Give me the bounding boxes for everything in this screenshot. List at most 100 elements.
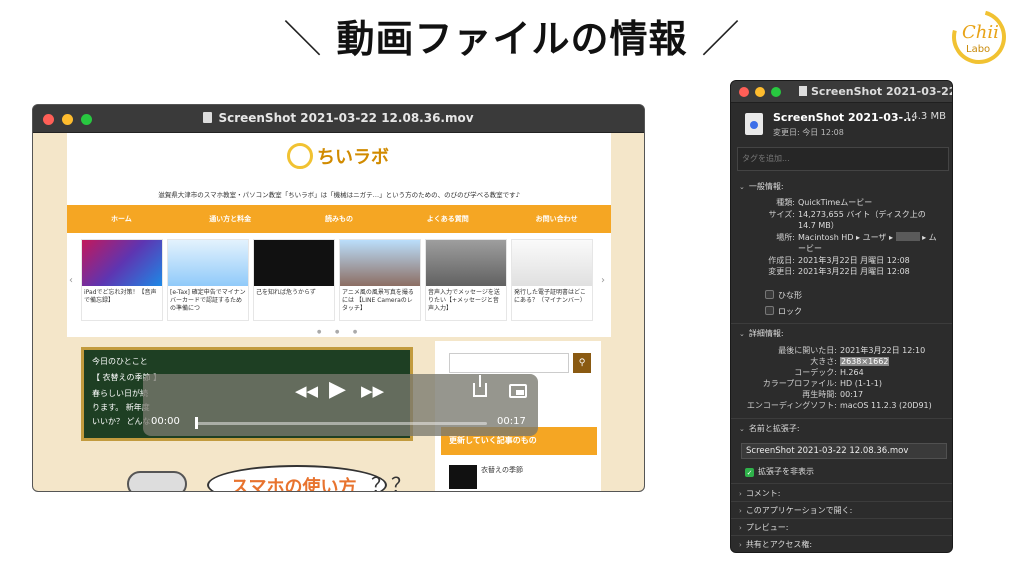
- label-where: 場所:: [776, 233, 795, 242]
- info-file-size: 14.3 MB: [905, 111, 946, 122]
- quicktime-file-icon: [745, 113, 763, 135]
- label-dimensions: 大きさ:: [810, 357, 837, 366]
- info-minimize-button[interactable]: [755, 87, 765, 97]
- logo-chii-text: Chii: [962, 22, 999, 43]
- article-card-title: [e-Tax] 確定申告でマイナンバーカードで認証するための準備につ: [170, 289, 246, 312]
- value-where: Macintosh HD ▸ ユーザ ▸: [798, 233, 893, 242]
- section-general-header[interactable]: ⌄ 一般情報:: [739, 181, 784, 192]
- row-created: 作成日: 2021年3月22日 月曜日 12:08: [739, 255, 910, 266]
- hide-extension-checkbox[interactable]: ✓ 拡張子を非表示: [745, 466, 814, 477]
- play-icon[interactable]: ▶: [329, 377, 346, 402]
- popular-item: 衣替えの季節: [449, 465, 523, 489]
- section-more-label: 詳細情報:: [748, 329, 784, 338]
- picture-in-picture-icon[interactable]: [509, 384, 527, 398]
- popular-item-title: 衣替えの季節: [481, 466, 523, 474]
- section-preview-header[interactable]: › プレビュー:: [739, 522, 789, 533]
- scrubber-knob[interactable]: [195, 417, 198, 429]
- info-zoom-button[interactable]: [771, 87, 781, 97]
- chii-labo-logo: Chii Labo: [942, 0, 1016, 74]
- get-info-window: ScreenShot 2021-03-22... ScreenShot 2021…: [730, 80, 953, 553]
- article-card-title: iPadでど忘れ対策！【音声で備忘録】: [84, 289, 157, 304]
- value-size: 14,273,655 バイト（ディスク上の: [798, 210, 926, 219]
- article-card-title: 発行した電子証明書はどこにある？（マイナンバー）: [514, 289, 586, 304]
- label-encoder: エンコーディングソフト:: [746, 401, 837, 410]
- redacted-username: [895, 232, 920, 241]
- checkbox-checked-icon[interactable]: ✓: [745, 468, 754, 477]
- site-tagline: 滋賀県大津市のスマホ教室・パソコン教室「ちいラボ」は「機械はニガテ…」という方の…: [158, 191, 520, 199]
- manga-question-marks: ？？: [371, 473, 411, 492]
- row-where-cont: ービー: [798, 243, 822, 254]
- article-card-title: 己を知れば危うからず: [256, 289, 316, 296]
- label-size: サイズ:: [768, 210, 795, 219]
- info-modified-short: 変更日: 今日 12:08: [773, 128, 844, 137]
- info-close-button[interactable]: [739, 87, 749, 97]
- carousel-right-arrow-icon: ›: [601, 275, 605, 286]
- article-card: 発行した電子証明書はどこにある？（マイナンバー）: [511, 239, 593, 321]
- fast-forward-icon[interactable]: ▶▶: [361, 382, 384, 400]
- checkbox-off[interactable]: [765, 290, 774, 299]
- current-time: 00:00: [151, 416, 180, 427]
- disclosure-closed-icon: ›: [739, 490, 742, 498]
- article-thumbnail: [254, 240, 334, 286]
- article-card-title: アニメ風の風景写真を撮るには 【LINE Cameraのレタッチ】: [342, 289, 414, 312]
- section-more-header[interactable]: ⌄ 詳細情報:: [739, 328, 784, 339]
- section-preview-label: プレビュー:: [745, 523, 789, 532]
- value-encoder: macOS 11.2.3 (20D91): [840, 401, 932, 410]
- section-comments-header[interactable]: › コメント:: [739, 488, 781, 499]
- player-titlebar[interactable]: ScreenShot 2021-03-22 12.08.36.mov: [33, 105, 644, 133]
- article-card-title: 音声入力でメッセージを送りたい【+メッセージと音声入力】: [428, 289, 500, 312]
- stationery-checkbox[interactable]: ひな形: [765, 290, 802, 301]
- scrubber-track[interactable]: [195, 422, 487, 425]
- manga-text: スマホの使い方: [231, 477, 357, 492]
- value-kind: QuickTimeムービー: [798, 198, 873, 207]
- video-frame: ちいラボ 滋賀県大津市のスマホ教室・パソコン教室「ちいラボ」は「機械はニガテ…」…: [33, 133, 644, 492]
- article-card: 己を知れば危うからず: [253, 239, 335, 321]
- section-sharing-header[interactable]: › 共有とアクセス権:: [739, 539, 812, 550]
- site-logo-text: ちいラボ: [317, 147, 389, 168]
- site-navbar: ホーム 通い方と料金 読みもの よくある質問 お問い合わせ: [67, 205, 611, 233]
- row-encoder: エンコーディングソフト: macOS 11.2.3 (20D91): [739, 400, 932, 411]
- disclosure-closed-icon: ›: [739, 507, 742, 515]
- rewind-icon[interactable]: ◀◀: [295, 382, 318, 400]
- section-name-label: 名前と拡張子:: [748, 424, 800, 433]
- site-logo: ちいラボ: [287, 143, 389, 177]
- article-thumbnail: [168, 240, 248, 286]
- locked-checkbox[interactable]: ロック: [765, 306, 802, 317]
- value-last-opened: 2021年3月22日 12:10: [840, 346, 926, 355]
- value-color-profile: HD (1-1-1): [840, 379, 883, 388]
- section-sharing-label: 共有とアクセス権:: [745, 540, 813, 549]
- article-card: [e-Tax] 確定申告でマイナンバーカードで認証するための準備につ: [167, 239, 249, 321]
- nav-contact: お問い合わせ: [535, 215, 578, 223]
- row-size-cont: 14.7 MB）: [798, 220, 839, 231]
- page-heading: ＼ 動画ファイルの情報 ／: [0, 8, 1024, 63]
- disclosure-open-icon: ⌄: [739, 425, 745, 433]
- label-modified: 変更日:: [768, 267, 795, 276]
- name-extension-field[interactable]: ScreenShot 2021-03-22 12.08.36.mov: [741, 443, 947, 459]
- info-titlebar[interactable]: ScreenShot 2021-03-22...: [731, 81, 952, 103]
- label-kind: 種類:: [776, 198, 795, 207]
- value-dimensions: 2638×1662: [840, 357, 890, 366]
- info-file-name: ScreenShot 2021-03-...: [773, 111, 916, 124]
- site-search-box: [449, 353, 569, 373]
- checkbox-off[interactable]: [765, 306, 774, 315]
- value-modified: 2021年3月22日 月曜日 12:08: [798, 267, 910, 276]
- section-open-with-header[interactable]: › このアプリケーションで開く:: [739, 505, 852, 516]
- heading-title: 動画ファイルの情報: [336, 17, 688, 61]
- value-created: 2021年3月22日 月曜日 12:08: [798, 256, 910, 265]
- section-name-header[interactable]: ⌄ 名前と拡張子:: [739, 423, 800, 434]
- heading-left-slash: ＼: [283, 17, 323, 61]
- share-icon[interactable]: [473, 375, 487, 397]
- row-kind: 種類: QuickTimeムービー: [739, 197, 872, 208]
- info-title-text: ScreenShot 2021-03-22...: [811, 85, 952, 98]
- section-general-label: 一般情報:: [748, 182, 784, 191]
- nav-home: ホーム: [111, 215, 132, 223]
- tags-field[interactable]: タグを追加...: [737, 147, 949, 171]
- website-page: ちいラボ 滋賀県大津市のスマホ教室・パソコン教室「ちいラボ」は「機械はニガテ…」…: [67, 133, 611, 492]
- disclosure-open-icon: ⌄: [739, 330, 745, 338]
- article-card: iPadでど忘れ対策！【音声で備忘録】: [81, 239, 163, 321]
- row-last-opened: 最後に開いた日: 2021年3月22日 12:10: [739, 345, 925, 356]
- label-codecs: コーデック:: [794, 368, 837, 377]
- value-where-tail: ▸ ム: [922, 233, 937, 242]
- board-text-line: いいか？ どんな: [92, 417, 151, 426]
- divider: [731, 518, 952, 519]
